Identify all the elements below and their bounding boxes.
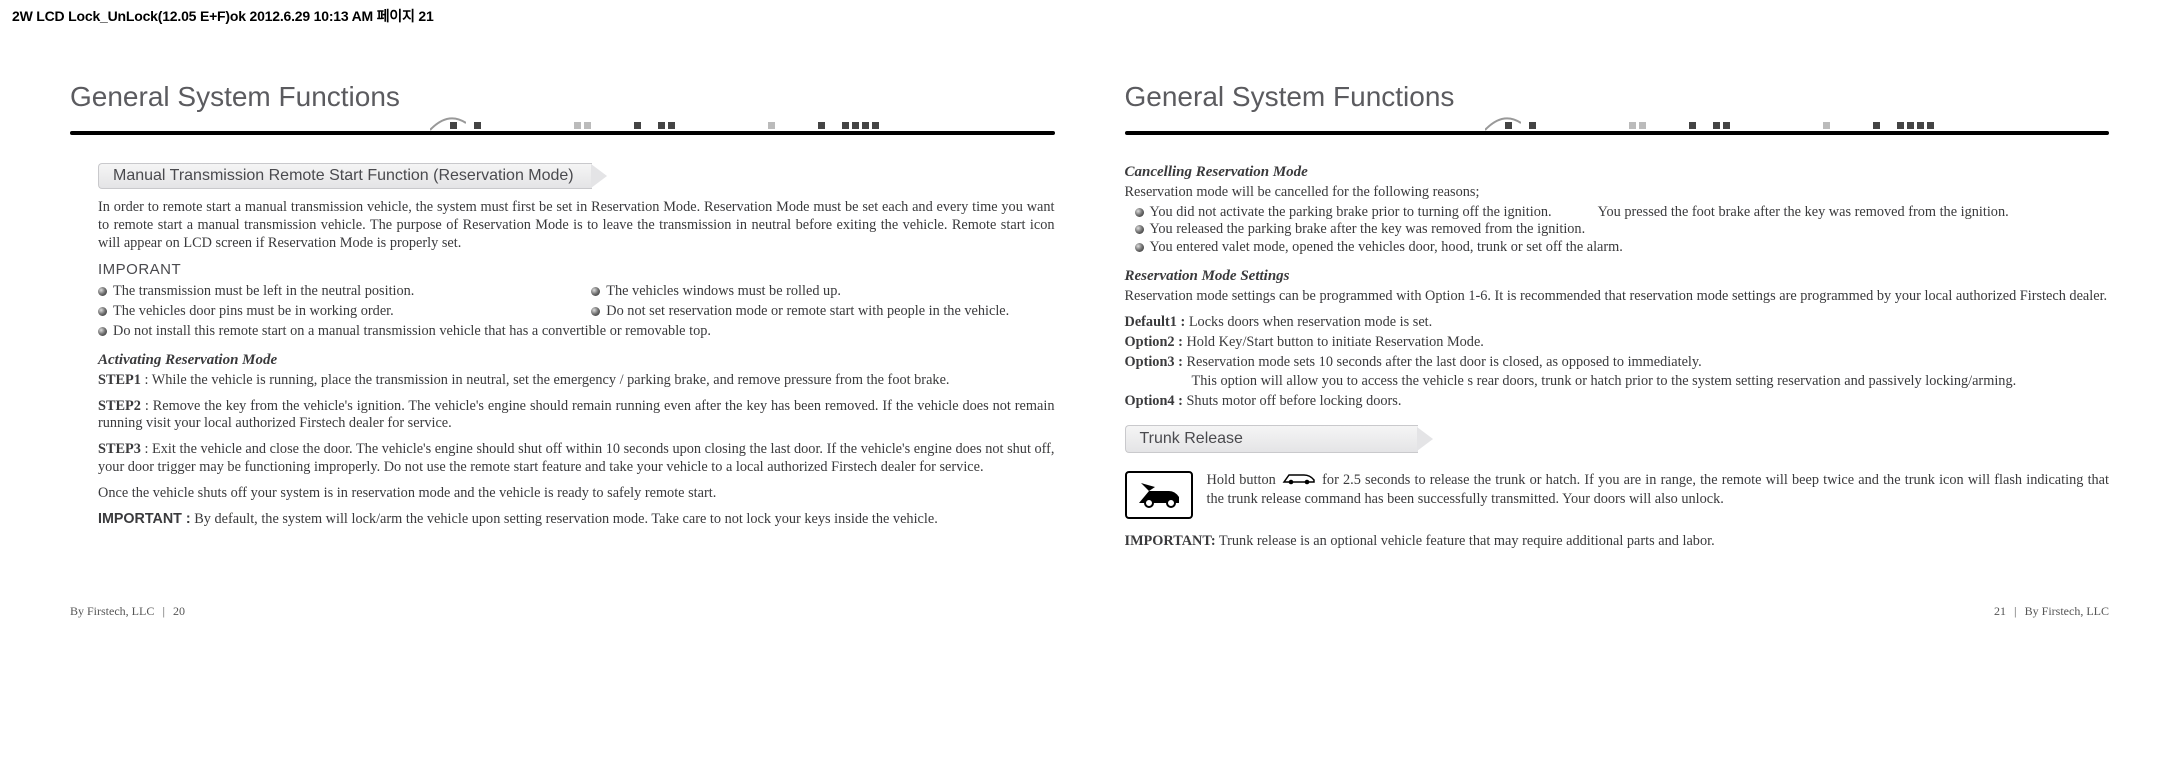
trunk-release-banner: Trunk Release bbox=[1125, 425, 1434, 453]
list-item: You pressed the foot brake after the key… bbox=[1598, 204, 2009, 222]
step1-text: : While the vehicle is running, place th… bbox=[141, 372, 950, 388]
trunk-open-icon bbox=[1125, 471, 1193, 519]
step3-label: STEP3 bbox=[98, 441, 141, 457]
section-title-left: General System Functions bbox=[70, 81, 1055, 113]
banner-tail-icon bbox=[591, 164, 607, 188]
option3: Option3 : Reservation mode sets 10 secon… bbox=[1125, 354, 2110, 372]
important-heading: IMPORANT bbox=[98, 261, 1055, 280]
important-text: By default, the system will lock/arm the… bbox=[191, 511, 938, 527]
bullet-text: The transmission must be left in the neu… bbox=[113, 283, 414, 301]
list-item: The vehicles door pins must be in workin… bbox=[98, 303, 561, 321]
settings-intro: Reservation mode settings can be program… bbox=[1125, 288, 2110, 306]
option2-label: Option2 : bbox=[1125, 334, 1183, 350]
right-page: General System Functions Cancelling Rese… bbox=[1125, 81, 2110, 559]
step1-label: STEP1 bbox=[98, 372, 141, 388]
list-item: Do not set reservation mode or remote st… bbox=[591, 303, 1054, 321]
trunk-important: IMPORTANT: Trunk release is an optional … bbox=[1125, 533, 2110, 551]
option2: Option2 : Hold Key/Start button to initi… bbox=[1125, 334, 2110, 352]
banner-label: Trunk Release bbox=[1125, 425, 1418, 453]
activating-heading: Activating Reservation Mode bbox=[98, 351, 1055, 370]
option3-text: Reservation mode sets 10 seconds after t… bbox=[1183, 354, 1702, 370]
left-page: General System Functions Manual Transmis… bbox=[70, 81, 1055, 559]
important-label: IMPORTANT : bbox=[98, 511, 191, 527]
important-bullet-list: The transmission must be left in the neu… bbox=[98, 283, 1055, 341]
bullet-text: The vehicles door pins must be in workin… bbox=[113, 303, 394, 321]
option4-label: Option4 : bbox=[1125, 393, 1183, 409]
footer-sep: | bbox=[162, 604, 165, 618]
bullet-text: Do not set reservation mode or remote st… bbox=[606, 303, 1009, 321]
step2-label: STEP2 bbox=[98, 398, 141, 414]
footer-sep: | bbox=[2014, 604, 2017, 618]
bullet-text: Do not install this remote start on a ma… bbox=[113, 323, 711, 341]
bullet-icon bbox=[98, 287, 107, 296]
step3-text: : Exit the vehicle and close the door. T… bbox=[98, 441, 1055, 475]
car-button-icon bbox=[1282, 471, 1316, 491]
intro-paragraph: In order to remote start a manual transm… bbox=[98, 199, 1055, 253]
bullet-icon bbox=[1135, 208, 1144, 217]
bullet-icon bbox=[98, 327, 107, 336]
footer-page-number: 21 bbox=[1994, 604, 2006, 618]
option2-text: Hold Key/Start button to initiate Reserv… bbox=[1183, 334, 1484, 350]
bullet-text: You entered valet mode, opened the vehic… bbox=[1150, 239, 1623, 257]
footer-left: By Firstech, LLC | 20 bbox=[70, 604, 185, 619]
default1: Default1 : Locks doors when reservation … bbox=[1125, 314, 2110, 332]
reservation-mode-banner: Manual Transmission Remote Start Functio… bbox=[98, 163, 608, 189]
divider-rule bbox=[1125, 119, 2110, 141]
option3-extra: This option will allow you to access the… bbox=[1125, 373, 2110, 391]
bullet-icon bbox=[591, 287, 600, 296]
trunk-release-row: Hold button for 2.5 seconds to release t… bbox=[1125, 471, 2110, 519]
trunk-important-text: Trunk release is an optional vehicle fea… bbox=[1216, 533, 1715, 549]
bullet-icon bbox=[98, 307, 107, 316]
footer-by: By Firstech, LLC bbox=[2025, 604, 2109, 618]
bullet-icon bbox=[591, 307, 600, 316]
page-spread: General System Functions Manual Transmis… bbox=[0, 26, 2179, 559]
trunk-text: Hold button for 2.5 seconds to release t… bbox=[1207, 471, 2110, 509]
bullet-text: You released the parking brake after the… bbox=[1150, 221, 1586, 239]
bullet-icon bbox=[1135, 225, 1144, 234]
divider-rule bbox=[70, 119, 1055, 141]
option4-text: Shuts motor off before locking doors. bbox=[1183, 393, 1402, 409]
trunk-important-label: IMPORTANT: bbox=[1125, 533, 1216, 549]
default1-text: Locks doors when reservation mode is set… bbox=[1185, 314, 1432, 330]
step3: STEP3 : Exit the vehicle and close the d… bbox=[98, 441, 1055, 477]
step2-text: : Remove the key from the vehicle's igni… bbox=[98, 398, 1055, 432]
bullet-text: The vehicles windows must be rolled up. bbox=[606, 283, 841, 301]
cancelling-heading: Cancelling Reservation Mode bbox=[1125, 163, 2110, 182]
option3-label: Option3 : bbox=[1125, 354, 1183, 370]
step1: STEP1 : While the vehicle is running, pl… bbox=[98, 372, 1055, 390]
list-item: You released the parking brake after the… bbox=[1135, 221, 2110, 239]
list-item: The transmission must be left in the neu… bbox=[98, 283, 561, 301]
default1-label: Default1 : bbox=[1125, 314, 1186, 330]
option4: Option4 : Shuts motor off before locking… bbox=[1125, 393, 2110, 411]
print-header: 2W LCD Lock_UnLock(12.05 E+F)ok 2012.6.2… bbox=[0, 0, 2179, 26]
important-note: IMPORTANT : By default, the system will … bbox=[98, 511, 1055, 529]
footer-page-number: 20 bbox=[173, 604, 185, 618]
step2: STEP2 : Remove the key from the vehicle'… bbox=[98, 398, 1055, 434]
footer-by: By Firstech, LLC bbox=[70, 604, 154, 618]
cancel-intro: Reservation mode will be cancelled for t… bbox=[1125, 184, 2110, 202]
bullet-text: You did not activate the parking brake p… bbox=[1150, 204, 1552, 222]
list-item: Do not install this remote start on a ma… bbox=[98, 323, 1055, 341]
bullet-icon bbox=[1135, 243, 1144, 252]
list-item: You did not activate the parking brake p… bbox=[1135, 204, 2110, 222]
banner-tail-icon bbox=[1417, 427, 1433, 451]
footer-right: 21 | By Firstech, LLC bbox=[1994, 604, 2109, 619]
cancel-bullet-list: You did not activate the parking brake p… bbox=[1125, 204, 2110, 258]
trunk-text-post: for 2.5 seconds to release the trunk or … bbox=[1207, 472, 2110, 507]
trunk-text-pre: Hold button bbox=[1207, 472, 1280, 488]
list-item: The vehicles windows must be rolled up. bbox=[591, 283, 1054, 301]
once-text: Once the vehicle shuts off your system i… bbox=[98, 485, 1055, 503]
section-title-right: General System Functions bbox=[1125, 81, 2110, 113]
bullet-text: You pressed the foot brake after the key… bbox=[1598, 204, 2009, 220]
banner-label: Manual Transmission Remote Start Functio… bbox=[98, 163, 592, 189]
list-item: You entered valet mode, opened the vehic… bbox=[1135, 239, 2110, 257]
settings-heading: Reservation Mode Settings bbox=[1125, 267, 2110, 286]
